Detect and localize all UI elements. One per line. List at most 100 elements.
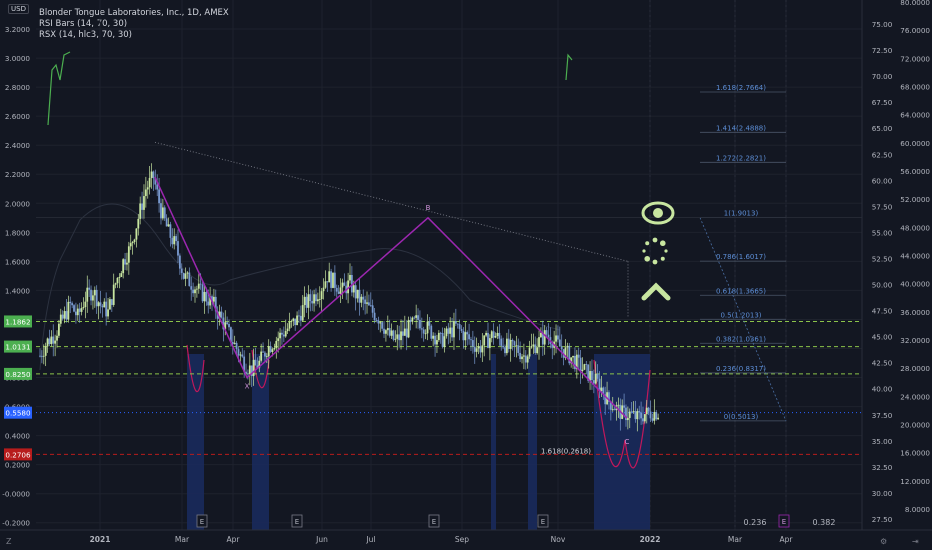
candle-body	[453, 321, 455, 338]
candle-body	[441, 333, 444, 347]
candle-body	[177, 241, 179, 256]
candle-body	[611, 409, 614, 411]
right-axis-tick: 16.0000	[900, 449, 930, 458]
candle-body	[324, 281, 327, 288]
candle-body	[175, 236, 177, 242]
price-chart[interactable]: 1.618(2.7664) 1.414(2.4888) 1.272(2.2821) 1…	[0, 0, 932, 550]
rsi-line	[565, 53, 573, 81]
right-axis-tick: 67.50	[872, 98, 893, 107]
left-axis-tick: 0.2000	[5, 461, 31, 470]
candle-body	[409, 320, 412, 322]
candle-body	[40, 355, 43, 357]
candle-body	[99, 302, 102, 306]
candle-body	[326, 281, 329, 283]
candle-body	[579, 357, 582, 371]
right-axis-tick: 32.0000	[900, 336, 930, 345]
candle-body	[647, 407, 650, 412]
candle-body	[526, 356, 529, 363]
right-axis-tick: 12.0000	[900, 477, 930, 486]
candle-body	[481, 345, 484, 353]
candle-body	[494, 336, 497, 338]
fib-level-label: 0.786(1.6017)	[716, 253, 766, 261]
candle-body	[415, 315, 418, 318]
candle-body	[275, 340, 278, 348]
harmonic-pattern-line	[154, 176, 628, 419]
candle-body	[54, 340, 57, 344]
candle-body	[400, 331, 402, 341]
candle-body	[107, 309, 109, 317]
price-label-text: 1.0131	[5, 343, 30, 352]
candle-body	[262, 351, 264, 353]
candle-body	[42, 355, 45, 357]
candle-body	[205, 291, 208, 302]
right-axis-tick: 80.0000	[900, 0, 930, 7]
candle-body	[632, 411, 635, 413]
candle-body	[247, 373, 249, 375]
candle-body	[636, 411, 639, 420]
candle-body	[349, 274, 351, 281]
eye-icon	[641, 201, 675, 225]
candle-body	[377, 320, 380, 324]
right-axis-tick: 57.50	[872, 202, 893, 211]
candle-body	[651, 418, 654, 421]
left-axis-tick: 2.4000	[5, 141, 31, 150]
right-axis-tick: 65.00	[872, 124, 893, 133]
chevron-up-icon	[641, 282, 671, 301]
right-axis-tick: 52.50	[872, 254, 893, 263]
candle-body	[419, 319, 421, 329]
candle-body	[167, 224, 170, 227]
candle-body	[201, 284, 204, 302]
candle-body	[543, 330, 546, 345]
candle-body	[509, 339, 512, 349]
fib-extension-label: 1.618(0.2618)	[541, 448, 591, 456]
right-axis-tick: 40.00	[872, 385, 893, 394]
candle-body	[105, 301, 108, 317]
right-axis-tick: 72.0000	[900, 54, 930, 63]
candle-body	[504, 347, 506, 354]
candle-body	[454, 321, 457, 324]
candle-body	[56, 335, 58, 341]
candle-body	[150, 171, 153, 178]
rsi-line	[47, 51, 71, 126]
right-axis-tick: 42.50	[872, 359, 893, 368]
candle-body	[173, 236, 176, 245]
candle-body	[426, 321, 429, 334]
candle-body	[558, 339, 561, 347]
candle-body	[298, 315, 300, 317]
candle-body	[490, 331, 493, 339]
candle-body	[190, 286, 193, 290]
right-axis-tick: 24.0000	[900, 392, 930, 401]
candle-body	[386, 328, 389, 331]
candle-body	[634, 411, 637, 420]
candle-body	[375, 320, 378, 321]
candle-body	[536, 347, 539, 354]
candle-body	[93, 289, 96, 296]
left-axis-tick: 3.2000	[5, 25, 31, 34]
right-axis-tick: 60.00	[872, 176, 893, 185]
candle-body	[519, 352, 522, 360]
right-axis-tick: 50.00	[872, 281, 893, 290]
candle-body	[84, 301, 87, 307]
fib-level-label: 0.236(0.8317)	[716, 365, 766, 373]
candle-body	[86, 287, 89, 302]
candle-body	[396, 334, 399, 339]
candle-body	[335, 287, 338, 292]
candle-body	[241, 354, 244, 357]
candle-body	[90, 289, 92, 301]
candle-body	[613, 409, 616, 411]
candle-body	[540, 332, 542, 338]
candle-body	[184, 273, 187, 279]
candle-body	[226, 322, 229, 325]
candle-body	[538, 337, 540, 348]
candle-body	[277, 338, 280, 341]
candle-body	[422, 329, 425, 334]
candle-body	[271, 349, 274, 353]
candle-body	[171, 237, 174, 245]
candle-body	[630, 411, 633, 413]
candle-body	[364, 299, 367, 304]
candle-body	[127, 246, 130, 263]
right-axis-tick: 52.0000	[900, 195, 930, 204]
candle-body	[368, 302, 370, 306]
candle-body	[528, 347, 531, 357]
candle-body	[194, 289, 196, 294]
